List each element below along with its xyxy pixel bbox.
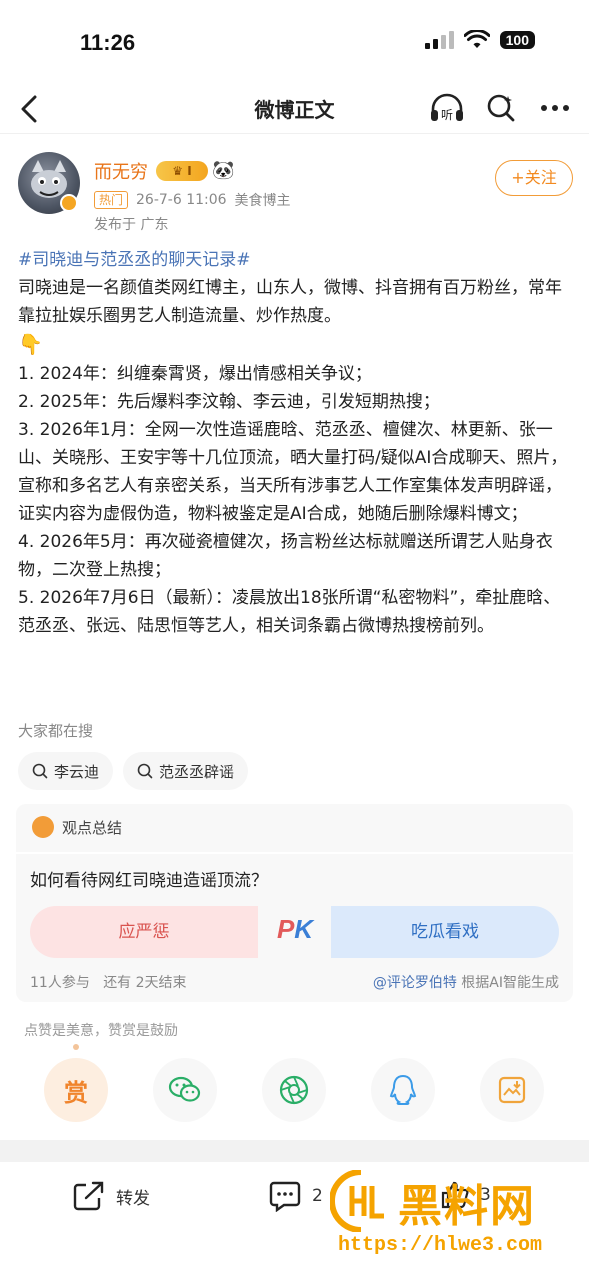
watermark-logo-icon (330, 1170, 384, 1232)
share-wechat-button[interactable] (153, 1058, 217, 1122)
share-out-icon (73, 1181, 104, 1211)
source-note: 根据AI智能生成 (461, 975, 559, 991)
save-image-button[interactable] (480, 1058, 544, 1122)
reward-hint: 点赞是美意，赞赏是鼓励 (24, 1023, 178, 1039)
participant-count: 11人参与 (30, 975, 90, 991)
author-header: 而无穷 ♛ I 🐼 热门 26-7-6 11:06 美食博主 发布于 广东 +关… (18, 152, 573, 233)
member-badge: ♛ I 🐼 (156, 160, 234, 181)
watermark-url: https://hlwe3.com (338, 1234, 543, 1257)
search-chip-label: 李云迪 (54, 762, 100, 781)
listen-button[interactable]: 听 (429, 90, 465, 126)
search-chip[interactable]: 李云迪 (18, 752, 114, 790)
vote-option-right[interactable]: 吃瓜看戏 (331, 906, 559, 958)
panda-emoji: 🐼 (212, 160, 235, 181)
opinion-summary-card: 观点总结 如何看待网红司晓迪造谣顶流？ 应严惩 PK 吃瓜看戏 11人参与 还有… (16, 804, 573, 1002)
section-separator (0, 1140, 589, 1162)
status-bar: 11:26 100 (0, 0, 589, 84)
divider (16, 852, 573, 854)
author-name[interactable]: 而无穷 (94, 158, 148, 184)
watermark: 黑料网 https://hlwe3.com (330, 1170, 589, 1270)
battery-indicator: 100 (499, 31, 535, 49)
follow-button[interactable]: +关注 (495, 160, 573, 196)
post-item: 5. 2026年7月6日（最新）：凌晨放出18张所谓“私密物料”，牵扯鹿晗、范丞… (18, 588, 561, 636)
post-body: #司晓迪与范丞丞的聊天记录# 司晓迪是一名颜值类网红博主，山东人，微博、抖音拥有… (18, 246, 573, 640)
status-icons: 100 (424, 30, 535, 50)
share-row: 赏 (44, 1058, 544, 1122)
post-meta: 热门 26-7-6 11:06 美食博主 (94, 190, 291, 210)
opinion-header-label: 观点总结 (62, 818, 123, 837)
search-chip[interactable]: 范丞丞辟谣 (123, 752, 249, 790)
search-chip-label: 范丞丞辟谣 (159, 762, 235, 781)
pointing-down-emoji: 👇 (18, 332, 43, 356)
post-item: 1. 2024年：纠缠秦霄贤，爆出情感相关争议； (18, 364, 372, 384)
source-account-link[interactable]: @评论罗伯特 (373, 975, 457, 991)
vote-option-left[interactable]: 应严惩 (30, 906, 258, 958)
hot-tag: 热门 (94, 191, 129, 209)
watermark-title: 黑料网 (398, 1181, 536, 1232)
author-category: 美食博主 (234, 193, 291, 209)
search-icon (32, 763, 48, 779)
search-sparkle-icon (487, 94, 515, 122)
pk-vote-row: 应严惩 PK 吃瓜看戏 (30, 906, 559, 958)
remaining-time: 还有 2天结束 (103, 975, 187, 991)
pk-mark: PK (276, 914, 314, 944)
verified-badge-icon (60, 194, 78, 212)
nav-bar: 微博正文 听 (0, 84, 589, 134)
svg-text:听: 听 (441, 108, 453, 122)
trending-search-chips: 李云迪 范丞丞辟谣 (18, 752, 249, 790)
nav-actions: 听 (429, 90, 573, 126)
comment-button[interactable]: 2 (268, 1180, 323, 1212)
more-dots-icon (541, 105, 569, 111)
post-location: 发布于 广东 (94, 217, 169, 233)
qq-penguin-icon (389, 1074, 417, 1105)
post-datetime: 26-7-6 11:06 (136, 192, 227, 208)
repost-button[interactable]: 转发 (72, 1180, 150, 1212)
post-item: 2. 2025年：先后爆料李汶翰、李云迪，引发短期热搜； (18, 392, 440, 412)
post-item: 4. 2026年5月：再次碰瓷檀健次，扬言粉丝达标就赠送所谓艺人贴身衣物，二次登… (18, 532, 553, 580)
trending-search-title: 大家都在搜 (18, 722, 94, 740)
aperture-icon (279, 1075, 309, 1105)
repost-label: 转发 (116, 1188, 150, 1209)
opinion-footer: 11人参与 还有 2天结束 @评论罗伯特 根据AI智能生成 (30, 972, 559, 992)
level-badge: ♛ I (156, 160, 208, 181)
search-icon (137, 763, 153, 779)
more-button[interactable] (537, 90, 573, 126)
post-item: 3. 2026年1月：全网一次性造谣鹿晗、范丞丞、檀健次、林更新、张一山、关晓彤… (18, 420, 568, 524)
reward-button[interactable]: 赏 (44, 1058, 108, 1122)
wechat-icon (168, 1076, 201, 1102)
cellular-signal-icon (424, 31, 454, 49)
opinion-header: 观点总结 (32, 816, 122, 838)
status-time: 11:26 (80, 30, 136, 55)
topic-link[interactable]: #司晓迪与范丞丞的聊天记录# (18, 250, 251, 270)
share-qq-button[interactable] (371, 1058, 435, 1122)
post-intro: 司晓迪是一名颜值类网红博主，山东人，微博、抖音拥有百万粉丝，常年靠拉扯娱乐圈男艺… (18, 278, 562, 326)
opinion-question: 如何看待网红司晓迪造谣顶流？ (30, 871, 268, 891)
wifi-icon (463, 30, 490, 48)
headphones-icon: 听 (431, 93, 463, 122)
comment-bubble-icon (269, 1181, 301, 1212)
save-image-icon (498, 1076, 526, 1104)
mascot-icon (32, 816, 54, 838)
comment-count: 2 (312, 1186, 323, 1206)
reward-pointer (73, 1044, 79, 1050)
share-moments-button[interactable] (262, 1058, 326, 1122)
ai-search-button[interactable] (483, 90, 519, 126)
